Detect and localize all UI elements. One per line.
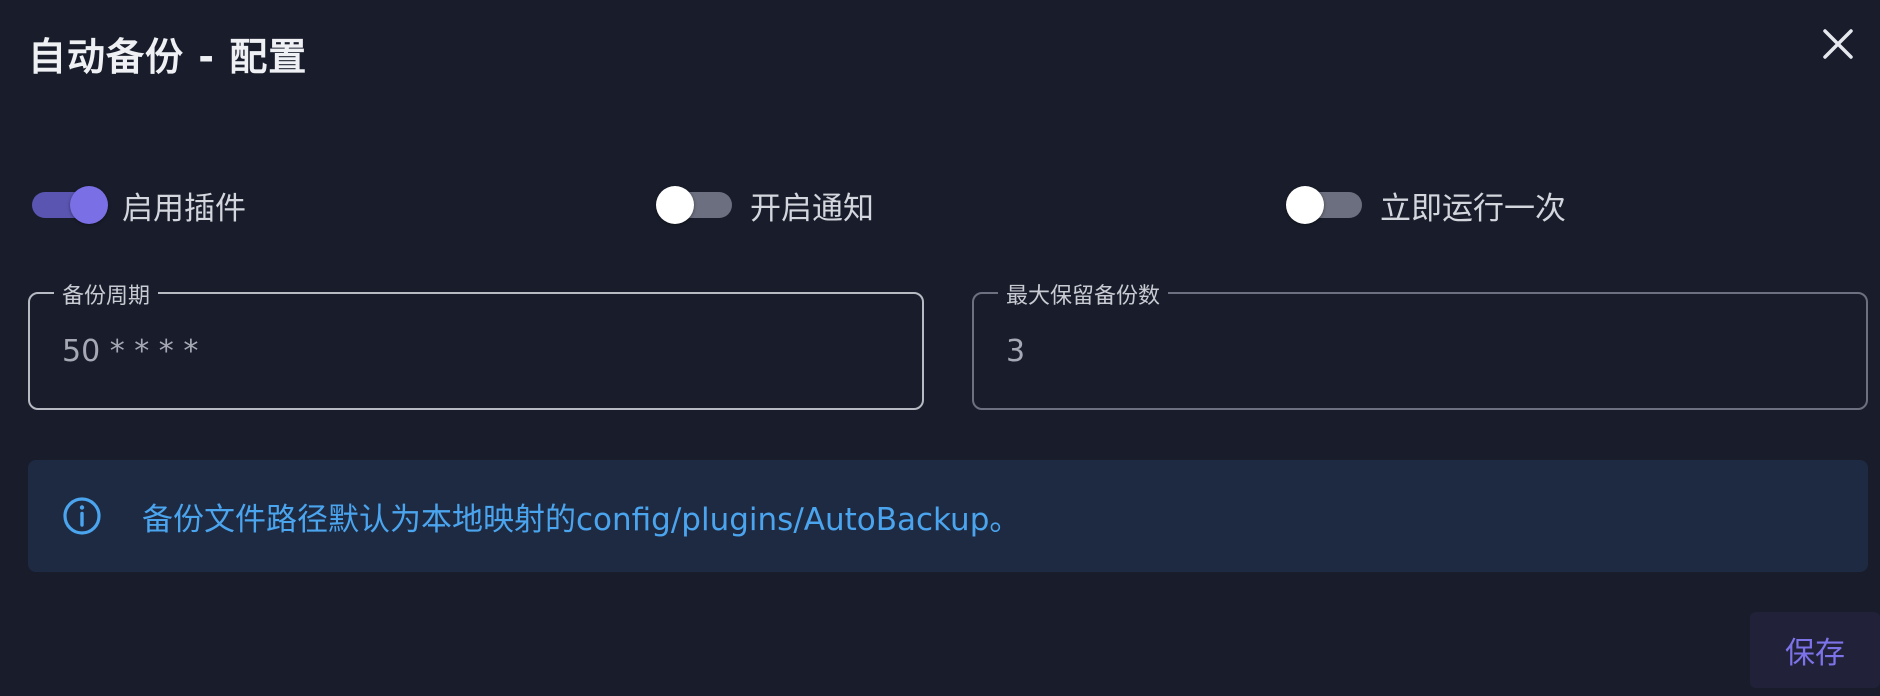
enable-notify-toggle[interactable]: 开启通知 — [656, 180, 874, 230]
run-once-toggle[interactable]: 立即运行一次 — [1286, 180, 1566, 230]
max-backups-field: 最大保留备份数 — [972, 278, 1868, 410]
info-alert-text: 备份文件路径默认为本地映射的config/plugins/AutoBackup。 — [142, 501, 1021, 538]
enable-plugin-toggle[interactable]: 启用插件 — [28, 180, 246, 230]
dialog-title: 自动备份 - 配置 — [28, 35, 308, 79]
enable-notify-label: 开启通知 — [750, 190, 874, 227]
backup-cycle-input[interactable] — [60, 328, 884, 374]
enable-notify-switch[interactable] — [656, 180, 736, 230]
info-alert: 备份文件路径默认为本地映射的config/plugins/AutoBackup。 — [28, 460, 1868, 572]
close-icon — [1823, 29, 1853, 59]
enable-plugin-label: 启用插件 — [122, 190, 246, 227]
backup-cycle-field: 备份周期 — [28, 278, 924, 410]
run-once-label: 立即运行一次 — [1380, 190, 1566, 227]
save-button[interactable]: 保存 — [1750, 612, 1880, 688]
info-icon — [63, 497, 101, 535]
run-once-switch[interactable] — [1286, 180, 1366, 230]
close-button[interactable] — [1814, 20, 1862, 68]
backup-cycle-label: 备份周期 — [54, 278, 159, 310]
toggle-row: 启用插件 开启通知 立即运行一次 — [0, 180, 1880, 230]
enable-plugin-switch[interactable] — [28, 180, 108, 230]
config-dialog: 自动备份 - 配置 启用插件 开启通知 立即运行一次 备份周期 50 * * *… — [0, 0, 1880, 696]
max-backups-label: 最大保留备份数 — [998, 278, 1169, 310]
max-backups-input[interactable] — [1004, 328, 1828, 374]
